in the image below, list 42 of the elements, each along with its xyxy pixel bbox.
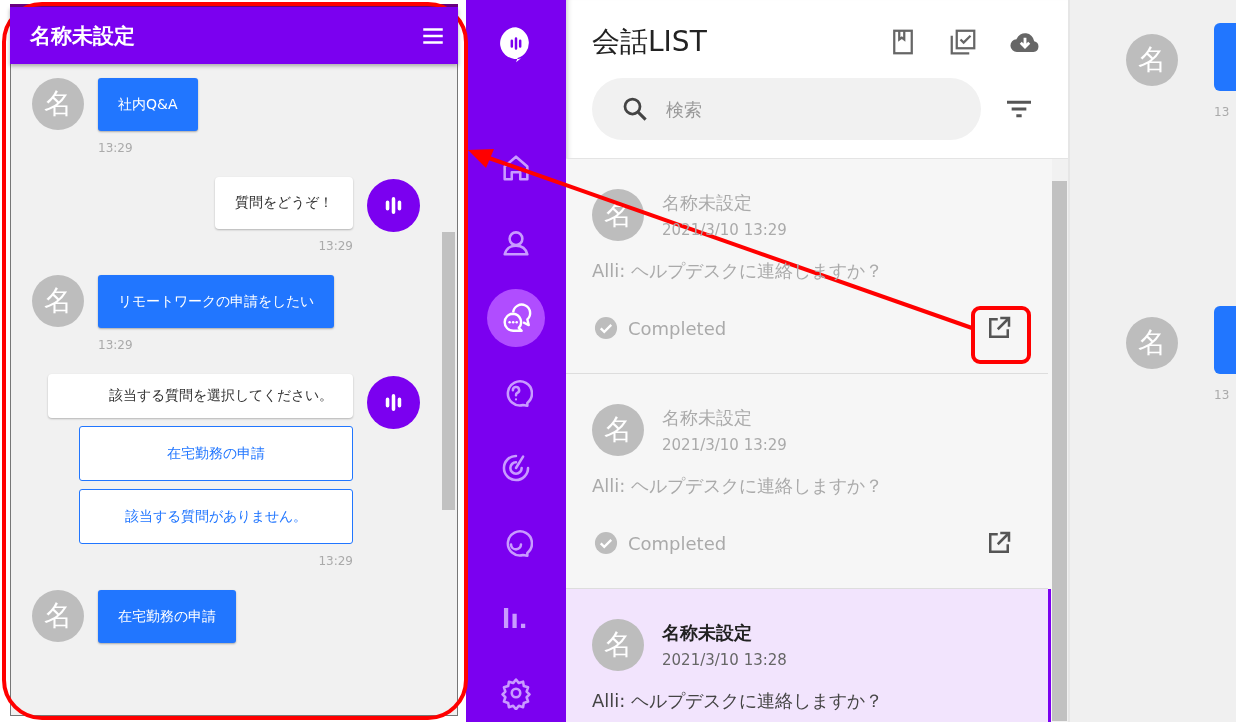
- timestamp: 13:29: [98, 338, 133, 352]
- avatar: 名: [1126, 317, 1178, 369]
- message-preview: Alli: ヘルプデスクに連絡しますか？: [592, 689, 885, 713]
- panel-title: 会話LIST: [592, 24, 707, 60]
- timestamp: 13: [1214, 388, 1231, 402]
- option-button[interactable]: 在宅勤務の申請: [79, 426, 353, 481]
- timestamp: 13:29: [318, 554, 353, 568]
- window-title: 名称未設定: [30, 22, 135, 50]
- bot-avatar-icon: [367, 376, 420, 429]
- timestamp: 13:29: [318, 239, 353, 253]
- avatar: 名: [32, 78, 84, 130]
- message-bubble: 該当する質問を選択してください。: [48, 374, 353, 418]
- highlight-box: [971, 306, 1031, 364]
- avatar: 名: [32, 275, 84, 327]
- conversation-date: 2021/3/10 13:29: [662, 436, 787, 454]
- conversation-name: 名称未設定: [662, 191, 753, 215]
- status-label: Completed: [628, 317, 728, 339]
- scrollbar[interactable]: [1052, 159, 1068, 722]
- check-circle-icon: [592, 314, 620, 342]
- bot-avatar-icon: [367, 179, 420, 232]
- conversation-name: 名称未設定: [662, 406, 753, 430]
- avatar: 名: [32, 590, 84, 642]
- conversation-item[interactable]: 名 名称未設定 2021/3/10 13:28 Alli: ヘルプデスクに連絡しますか？: [566, 589, 1051, 722]
- conversation-date: 2021/3/10 13:28: [662, 651, 787, 669]
- message-bubble: 社内Q&A: [98, 78, 198, 131]
- avatar: 名: [1126, 34, 1178, 86]
- message-preview: Alli: ヘルプデスクに連絡しますか？: [592, 474, 885, 498]
- search-input[interactable]: 検索: [664, 97, 928, 121]
- checklist-icon[interactable]: [948, 27, 978, 57]
- avatar: 名: [592, 619, 644, 671]
- message-bubble: 質問をどうぞ！: [215, 177, 353, 229]
- status-label: Completed: [628, 532, 728, 554]
- search-field[interactable]: 検索: [592, 78, 981, 140]
- timestamp: 13:29: [98, 141, 133, 155]
- message-bubble: リモートワークの申請をしたい: [98, 275, 334, 328]
- conversation-name: 名称未設定: [662, 621, 753, 645]
- gear-icon: [499, 676, 533, 710]
- avatar: 名: [592, 404, 644, 456]
- check-circle-icon: [592, 529, 620, 557]
- message-bubble: 在宅勤務の申請: [98, 590, 236, 643]
- option-button[interactable]: 該当する質問がありません。: [79, 489, 353, 544]
- timestamp: 13: [1214, 105, 1231, 119]
